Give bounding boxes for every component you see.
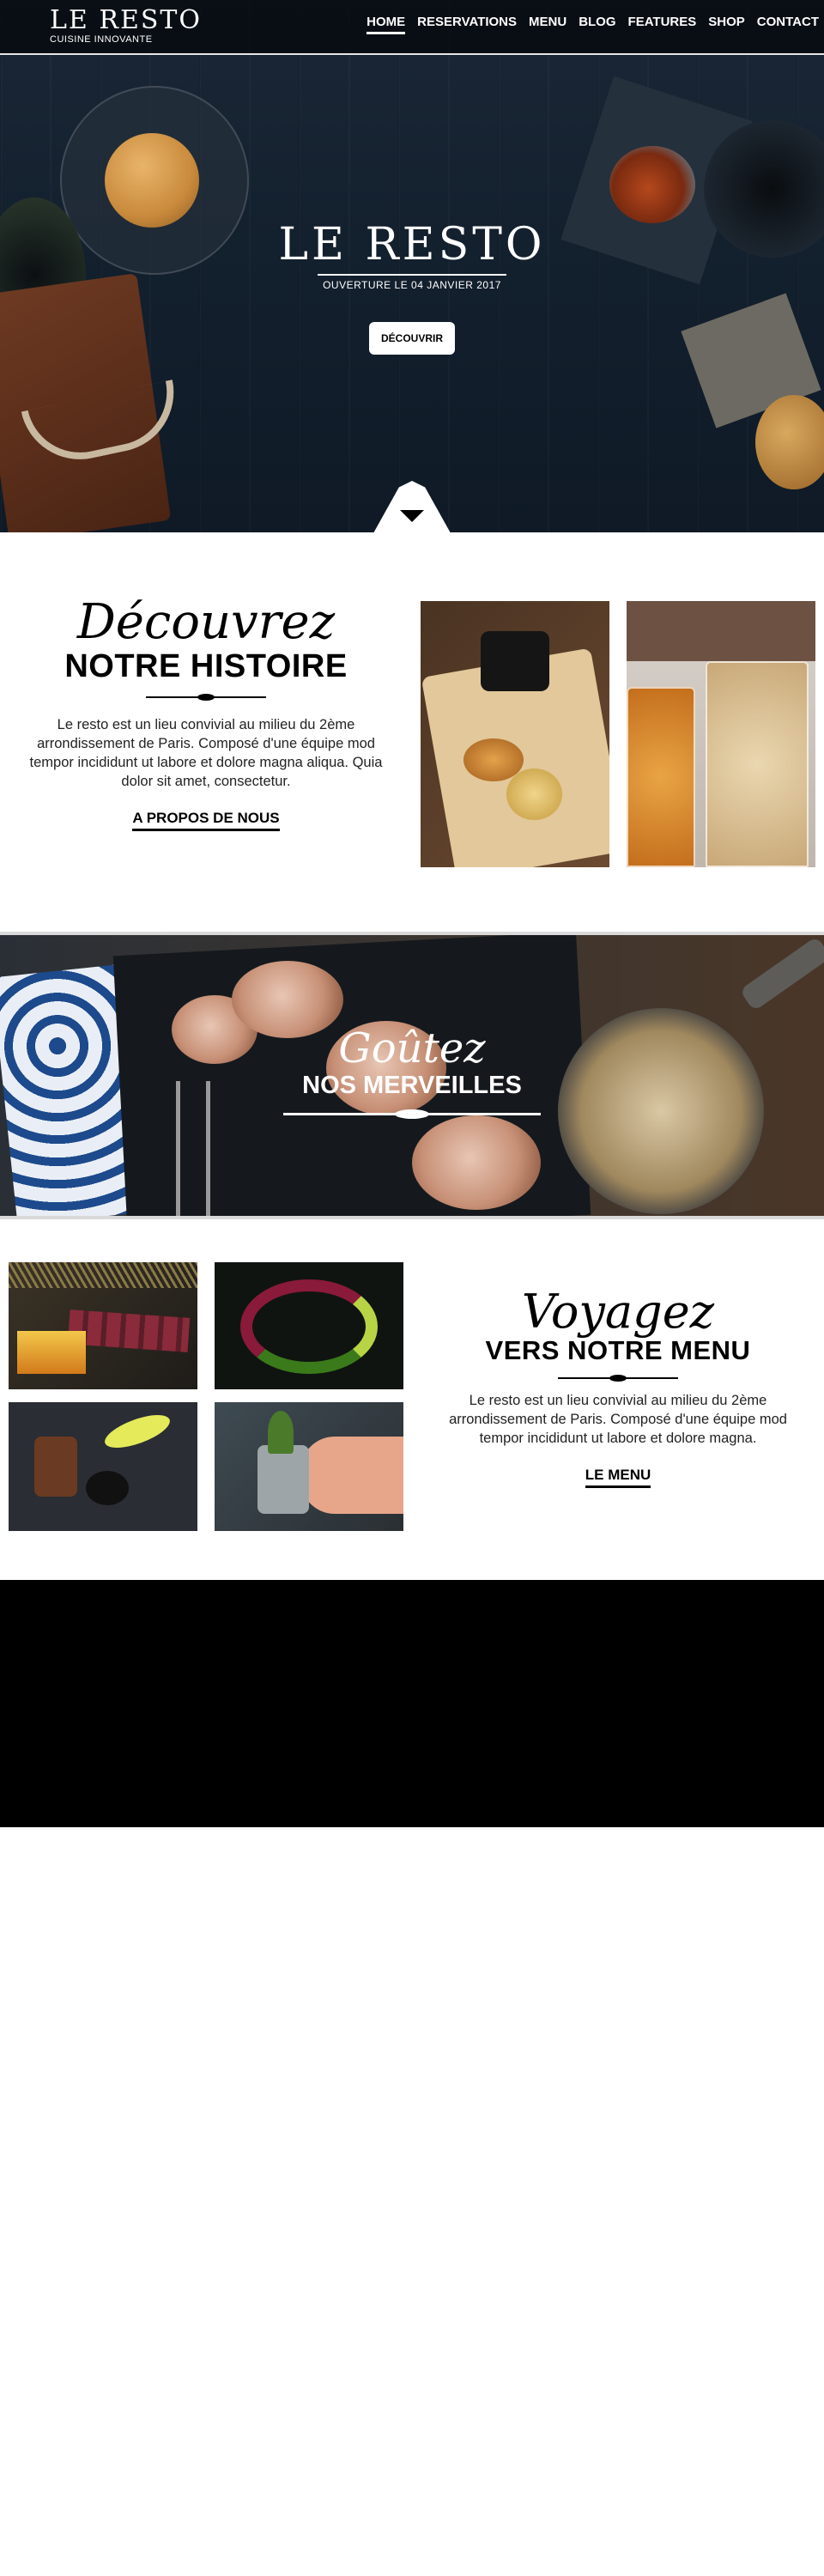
nav-item-blog[interactable]: BLOG	[579, 15, 615, 34]
brand-tagline: CUISINE INNOVANTE	[50, 34, 153, 45]
jars-photo	[627, 601, 815, 867]
glass-shape	[258, 1445, 309, 1514]
black-footer-block	[0, 1580, 824, 1827]
brand-name: LE RESTO	[50, 5, 203, 35]
top-navigation: LE RESTO CUISINE INNOVANTE HOME RESERVAT…	[0, 0, 824, 55]
dish-item-shape	[86, 1471, 129, 1505]
menu-heading: VERS NOTRE MENU	[485, 1335, 751, 1365]
breakfast-tray-photo	[421, 601, 609, 867]
banner-heading: NOS MERVEILLES	[302, 1072, 522, 1099]
grass-shape	[9, 1262, 197, 1288]
menu-text-block: Voyagez VERS NOTRE MENU Le resto est un …	[421, 1288, 815, 1488]
banner-content: Goûtez NOS MERVEILLES	[0, 1024, 824, 1119]
story-paragraph: Le resto est un lieu convivial au milieu…	[29, 717, 383, 789]
ornament-divider	[558, 1375, 678, 1382]
hero-section: LE RESTO OUVERTURE LE 04 JANVIER 2017 DÉ…	[0, 0, 824, 532]
sauce-swirl-shape	[240, 1279, 378, 1374]
hero-bread-image	[755, 395, 824, 489]
cake-shape	[17, 1331, 86, 1374]
nav-item-shop[interactable]: SHOP	[708, 15, 745, 34]
nav-item-features[interactable]: FEATURES	[628, 15, 697, 34]
nav-item-menu[interactable]: MENU	[529, 15, 566, 34]
terrine-shape	[67, 1309, 191, 1352]
taste-banner: Goûtez NOS MERVEILLES	[0, 932, 824, 1219]
hero-title: LE RESTO	[278, 219, 546, 270]
scroll-down-tab[interactable]	[373, 481, 451, 532]
menu-section: Voyagez VERS NOTRE MENU Le resto est un …	[0, 1219, 824, 1580]
menu-script-heading: Voyagez	[521, 1285, 715, 1339]
hero-teapot-image	[609, 146, 695, 223]
nav-item-reservations[interactable]: RESERVATIONS	[417, 15, 517, 34]
banner-ornament-divider	[283, 1109, 541, 1119]
banner-meat-slice	[412, 1115, 541, 1210]
nut-jar-shape	[706, 661, 809, 867]
shelf-shape	[627, 601, 815, 661]
banner-script-heading: Goûtez	[338, 1024, 486, 1072]
corn-jar-shape	[627, 687, 695, 867]
about-us-link[interactable]: A PROPOS DE NOUS	[132, 810, 280, 831]
hero-content: LE RESTO OUVERTURE LE 04 JANVIER 2017 DÉ…	[0, 219, 824, 355]
main-menu: HOME RESERVATIONS MENU BLOG FEATURES SHO…	[367, 15, 819, 34]
hero-subtitle: OUVERTURE LE 04 JANVIER 2017	[318, 274, 506, 291]
banner-pan-handle	[739, 936, 824, 1012]
story-text-block: Découvrez NOTRE HISTOIRE Le resto est un…	[9, 597, 403, 831]
menu-paragraph: Le resto est un lieu convivial au milieu…	[449, 1393, 787, 1446]
sauce-shape	[100, 1408, 174, 1455]
dish-item-shape	[34, 1437, 77, 1497]
dish-photo-3	[9, 1402, 197, 1531]
menu-link[interactable]: LE MENU	[585, 1467, 651, 1488]
hand-shape	[300, 1437, 403, 1514]
herb-shape	[268, 1411, 294, 1454]
nav-item-contact[interactable]: CONTACT	[757, 15, 819, 34]
discover-button[interactable]: DÉCOUVRIR	[368, 322, 455, 355]
hero-cookie-image	[105, 133, 199, 228]
story-section: Découvrez NOTRE HISTOIRE Le resto est un…	[0, 532, 824, 932]
story-script-heading: Découvrez	[76, 594, 336, 650]
dish-photo-4	[215, 1402, 403, 1531]
dish-photo-1	[9, 1262, 197, 1389]
chevron-down-icon[interactable]	[400, 510, 424, 522]
ornament-divider	[146, 694, 266, 701]
dish-photo-2	[215, 1262, 403, 1389]
scone-shape	[506, 769, 562, 820]
cup-shape	[481, 631, 549, 691]
nav-item-home[interactable]: HOME	[367, 15, 406, 34]
brand-logo[interactable]: LE RESTO CUISINE INNOVANTE	[50, 7, 202, 46]
story-heading: NOTRE HISTOIRE	[64, 648, 348, 684]
